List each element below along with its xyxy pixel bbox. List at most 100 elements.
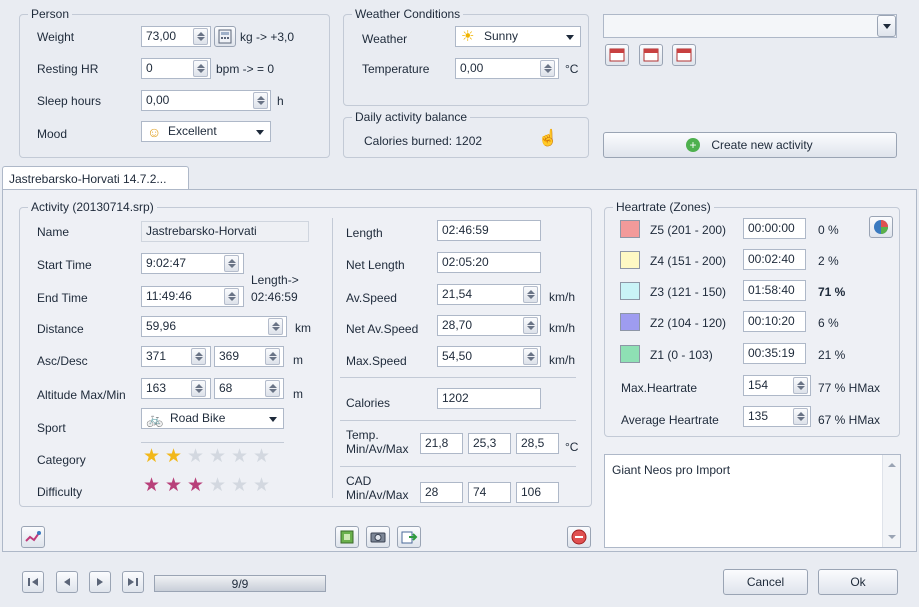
mood-select[interactable]: ☺ Excellent: [141, 121, 271, 142]
star-icon[interactable]: ★: [209, 447, 226, 466]
av-speed-unit: km/h: [549, 290, 576, 304]
photo-button[interactable]: [366, 526, 390, 548]
sport-label: Sport: [37, 421, 66, 435]
difficulty-rating[interactable]: ★ ★ ★ ★ ★ ★: [143, 476, 283, 497]
calories-input[interactable]: 1202: [437, 388, 541, 409]
scroll-down-icon[interactable]: [888, 535, 896, 539]
create-new-activity-button[interactable]: + Create new activity: [603, 132, 897, 158]
column-divider: [332, 218, 333, 498]
activity-combo-dropdown[interactable]: [877, 15, 896, 37]
length-input[interactable]: 02:46:59: [437, 220, 541, 241]
star-icon[interactable]: ★: [165, 476, 182, 495]
temperature-label: Temperature: [362, 62, 430, 76]
star-icon[interactable]: ★: [187, 447, 204, 466]
star-icon[interactable]: ★: [165, 447, 182, 466]
sleep-hours-spinner[interactable]: [253, 92, 268, 109]
notes-scrollbar[interactable]: [882, 455, 900, 547]
weather-select[interactable]: ☀ Sunny: [455, 26, 581, 47]
zone2-swatch[interactable]: [620, 313, 640, 331]
next-record-button[interactable]: [89, 571, 111, 593]
temp-label: Temp.: [346, 428, 379, 442]
temp-min-input[interactable]: 21,8: [420, 433, 463, 454]
temperature-spinner[interactable]: [540, 60, 555, 77]
star-icon[interactable]: ★: [209, 476, 226, 495]
record-counter: 9/9: [231, 577, 249, 591]
calendar-prev-button[interactable]: [605, 44, 629, 66]
distance-unit: km: [295, 321, 311, 335]
ascent-spinner[interactable]: [191, 348, 206, 365]
distance-spinner[interactable]: [268, 318, 283, 335]
altitude-max-spinner[interactable]: [191, 380, 206, 397]
activity-combo[interactable]: [603, 14, 897, 38]
zone3-label: Z3 (121 - 150): [650, 285, 727, 299]
zone2-pct: 6 %: [818, 316, 839, 330]
max-heartrate-spinner[interactable]: [793, 377, 808, 394]
star-icon[interactable]: ★: [253, 447, 270, 466]
average-heartrate-pct: 67 % HMax: [818, 413, 881, 427]
chart-button[interactable]: [21, 526, 45, 548]
zone5-swatch[interactable]: [620, 220, 640, 238]
star-icon[interactable]: ★: [253, 476, 270, 495]
temp-max-input[interactable]: 28,5: [516, 433, 559, 454]
calculator-button[interactable]: [214, 26, 236, 47]
cad-av-input[interactable]: 74: [468, 482, 511, 503]
star-icon[interactable]: ★: [231, 447, 248, 466]
sport-select[interactable]: 🚲 Road Bike: [141, 408, 284, 429]
net-av-speed-spinner[interactable]: [523, 317, 538, 334]
resting-hr-label: Resting HR: [37, 62, 99, 76]
distance-input[interactable]: 59,96: [141, 316, 287, 337]
zones-chart-button[interactable]: [869, 216, 893, 238]
altitude-min-spinner[interactable]: [265, 380, 280, 397]
ok-button[interactable]: Ok: [818, 569, 898, 595]
zone4-time: 00:02:40: [743, 249, 806, 270]
map-button[interactable]: [335, 526, 359, 548]
average-heartrate-spinner[interactable]: [793, 408, 808, 425]
max-speed-spinner[interactable]: [523, 348, 538, 365]
cad-minavmax-label: Min/Av/Max: [346, 488, 409, 502]
zone1-swatch[interactable]: [620, 345, 640, 363]
zone1-pct: 21 %: [818, 348, 846, 362]
calendar-next-button[interactable]: [672, 44, 696, 66]
next-icon: [97, 578, 103, 586]
last-record-button[interactable]: [122, 571, 144, 593]
cad-max-input[interactable]: 106: [516, 482, 559, 503]
tab-activity[interactable]: Jastrebarsko-Horvati 14.7.2...: [2, 166, 189, 190]
length-hint-value: 02:46:59: [251, 290, 298, 304]
previous-record-button[interactable]: [56, 571, 78, 593]
end-time-spinner[interactable]: [224, 288, 239, 305]
cancel-button[interactable]: Cancel: [723, 569, 808, 595]
zone3-pct: 71 %: [818, 285, 846, 299]
max-heartrate-pct: 77 % HMax: [818, 381, 881, 395]
scroll-up-icon[interactable]: [888, 463, 896, 467]
av-speed-spinner[interactable]: [523, 286, 538, 303]
descent-spinner[interactable]: [265, 348, 280, 365]
mood-value: Excellent: [168, 124, 217, 138]
first-record-button[interactable]: [22, 571, 44, 593]
name-input[interactable]: Jastrebarsko-Horvati: [141, 221, 309, 242]
sleep-hours-input[interactable]: 0,00: [141, 90, 271, 111]
cad-min-input[interactable]: 28: [420, 482, 463, 503]
hand-pointer-icon[interactable]: ☝: [538, 128, 558, 148]
temp-av-input[interactable]: 25,3: [468, 433, 511, 454]
sleep-hours-unit: h: [277, 94, 284, 108]
star-icon[interactable]: ★: [231, 476, 248, 495]
weather-value: Sunny: [484, 29, 519, 43]
temp-separator: [340, 466, 576, 467]
net-length-input[interactable]: 02:05:20: [437, 252, 541, 273]
star-icon[interactable]: ★: [143, 476, 160, 495]
zone4-label: Z4 (151 - 200): [650, 254, 727, 268]
delete-button[interactable]: [567, 526, 591, 548]
star-icon[interactable]: ★: [143, 447, 160, 466]
category-rating[interactable]: ★ ★ ★ ★ ★ ★: [143, 447, 283, 468]
notes-textarea[interactable]: Giant Neos pro Import: [604, 454, 901, 548]
first-icon: [28, 578, 38, 586]
last-icon: [128, 578, 138, 586]
weight-spinner[interactable]: [193, 28, 208, 45]
start-time-spinner[interactable]: [224, 255, 239, 272]
star-icon[interactable]: ★: [187, 476, 204, 495]
resting-hr-spinner[interactable]: [193, 60, 208, 77]
calendar-today-button[interactable]: [639, 44, 663, 66]
zone4-swatch[interactable]: [620, 251, 640, 269]
export-button[interactable]: [397, 526, 421, 548]
zone3-swatch[interactable]: [620, 282, 640, 300]
